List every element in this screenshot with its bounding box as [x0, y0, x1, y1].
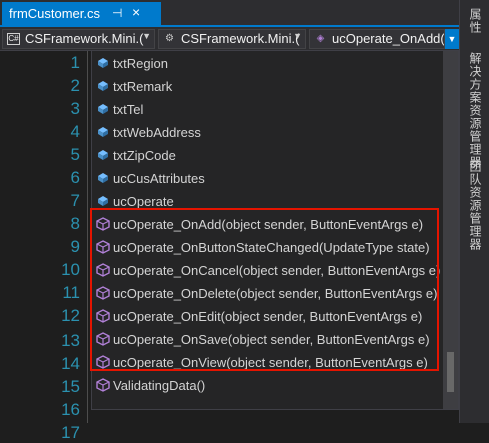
line-number: 7 — [70, 191, 80, 210]
navigation-bar: C# CSFramework.Mini.( ▼ ⚙ CSFramework.Mi… — [0, 27, 459, 51]
completion-item-label: txtWebAddress — [113, 125, 201, 140]
line-number: 14 — [61, 354, 80, 373]
field-icon — [96, 194, 110, 208]
line-number: 11 — [62, 283, 80, 302]
side-tool-panel: 属性 解决方案资源管理器 团队资源管理器 — [459, 0, 489, 423]
completion-item[interactable]: txtRegion — [92, 52, 448, 75]
popup-scrollbar-thumb[interactable] — [447, 352, 454, 392]
completion-item[interactable]: ucOperate_OnView(object sender, ButtonEv… — [92, 351, 448, 374]
field-icon — [96, 79, 110, 93]
class-icon: ⚙ — [165, 33, 174, 44]
completion-item-label: txtTel — [113, 102, 144, 117]
completion-item[interactable]: txtRemark — [92, 75, 448, 98]
class-dropdown[interactable]: ⚙ CSFramework.Mini.( ▼ — [158, 29, 306, 49]
method-icon — [96, 378, 110, 392]
field-icon — [96, 102, 110, 116]
completion-item-label: ValidatingData() — [113, 378, 206, 393]
line-number: 17 — [61, 423, 80, 442]
completion-item[interactable]: txtTel — [92, 98, 448, 121]
completion-item[interactable]: ucOperate_OnCancel(object sender, Button… — [92, 259, 448, 282]
method-icon — [96, 286, 110, 300]
completion-item-label: ucOperate — [113, 194, 174, 209]
completion-item-label: ucOperate_OnEdit(object sender, ButtonEv… — [113, 309, 423, 324]
csharp-project-icon: C# — [7, 33, 20, 45]
method-icon — [96, 355, 110, 369]
completion-item[interactable]: txtZipCode — [92, 144, 448, 167]
line-number: 8 — [70, 214, 80, 233]
completion-item-label: ucOperate_OnView(object sender, ButtonEv… — [113, 355, 428, 370]
completion-item[interactable]: ValidatingData() — [92, 374, 448, 397]
field-icon — [96, 56, 110, 70]
completion-item[interactable]: txtWebAddress — [92, 121, 448, 144]
method-icon — [96, 263, 110, 277]
completion-item-label: ucOperate_OnButtonStateChanged(UpdateTyp… — [113, 240, 430, 255]
tab-title: frmCustomer.cs — [9, 6, 101, 21]
completion-item-label: txtZipCode — [113, 148, 176, 163]
method-icon: ◈ — [316, 33, 325, 44]
line-number: 16 — [61, 400, 80, 419]
completion-item[interactable]: ucCusAttributes — [92, 167, 448, 190]
completion-item-label: txtRegion — [113, 56, 168, 71]
completion-item[interactable]: ucOperate_OnDelete(object sender, Button… — [92, 282, 448, 305]
completion-item[interactable]: ucOperate_OnButtonStateChanged(UpdateTyp… — [92, 236, 448, 259]
line-number: 15 — [61, 377, 80, 396]
completion-item[interactable]: ucOperate_OnAdd(object sender, ButtonEve… — [92, 213, 448, 236]
line-number: 12 — [61, 306, 80, 325]
completion-item-label: ucOperate_OnCancel(object sender, Button… — [113, 263, 441, 278]
project-dropdown[interactable]: C# CSFramework.Mini.( ▼ — [2, 29, 155, 49]
method-icon — [96, 332, 110, 346]
field-icon — [96, 125, 110, 139]
method-icon — [96, 240, 110, 254]
tab-frmcustomer[interactable]: frmCustomer.cs ⊣ × — [2, 2, 161, 25]
completion-item[interactable]: ucOperate_OnSave(object sender, ButtonEv… — [92, 328, 448, 351]
method-icon — [96, 217, 110, 231]
class-dropdown-value: CSFramework.Mini.( — [181, 31, 300, 46]
line-number: 10 — [61, 260, 80, 279]
completion-item-label: ucOperate_OnSave(object sender, ButtonEv… — [113, 332, 430, 347]
completion-item-label: ucCusAttributes — [113, 171, 205, 186]
completion-item[interactable]: ucOperate_OnEdit(object sender, ButtonEv… — [92, 305, 448, 328]
completion-item-label: ucOperate_OnAdd(object sender, ButtonEve… — [113, 217, 424, 232]
field-icon — [96, 171, 110, 185]
member-dropdown[interactable]: ◈ ucOperate_OnAdd(o — [309, 29, 445, 49]
close-icon[interactable]: × — [132, 4, 140, 20]
pin-icon[interactable]: ⊣ — [112, 6, 122, 20]
completion-item-label: txtRemark — [113, 79, 173, 94]
chevron-down-icon: ▼ — [293, 31, 302, 41]
team-explorer-tab[interactable]: 团队资源管理器 — [467, 160, 484, 251]
line-number: 13 — [61, 331, 80, 350]
intellisense-popup[interactable]: txtRegion txtRemark txtTel txtWebAddress txt… — [91, 50, 459, 410]
outline-margin — [87, 51, 88, 423]
method-icon — [96, 309, 110, 323]
field-icon — [96, 148, 110, 162]
completion-item-label: ucOperate_OnDelete(object sender, Button… — [113, 286, 438, 301]
line-number: 6 — [70, 168, 80, 187]
chevron-down-icon: ▼ — [142, 31, 151, 41]
document-tab-bar: frmCustomer.cs ⊣ × — [0, 0, 459, 27]
line-number: 3 — [70, 99, 80, 118]
properties-tab[interactable]: 属性 — [467, 8, 484, 34]
member-dropdown-button[interactable]: ▼ — [445, 29, 459, 49]
completion-item[interactable]: ucOperate — [92, 190, 448, 213]
line-number: 9 — [70, 237, 80, 256]
solution-explorer-tab[interactable]: 解决方案资源管理器 — [467, 52, 484, 169]
line-number: 5 — [70, 145, 80, 164]
line-number: 4 — [70, 122, 80, 141]
member-dropdown-value: ucOperate_OnAdd(o — [332, 31, 445, 46]
project-dropdown-value: CSFramework.Mini.( — [25, 31, 144, 46]
line-number: 2 — [70, 76, 80, 95]
line-number: 1 — [70, 53, 80, 72]
